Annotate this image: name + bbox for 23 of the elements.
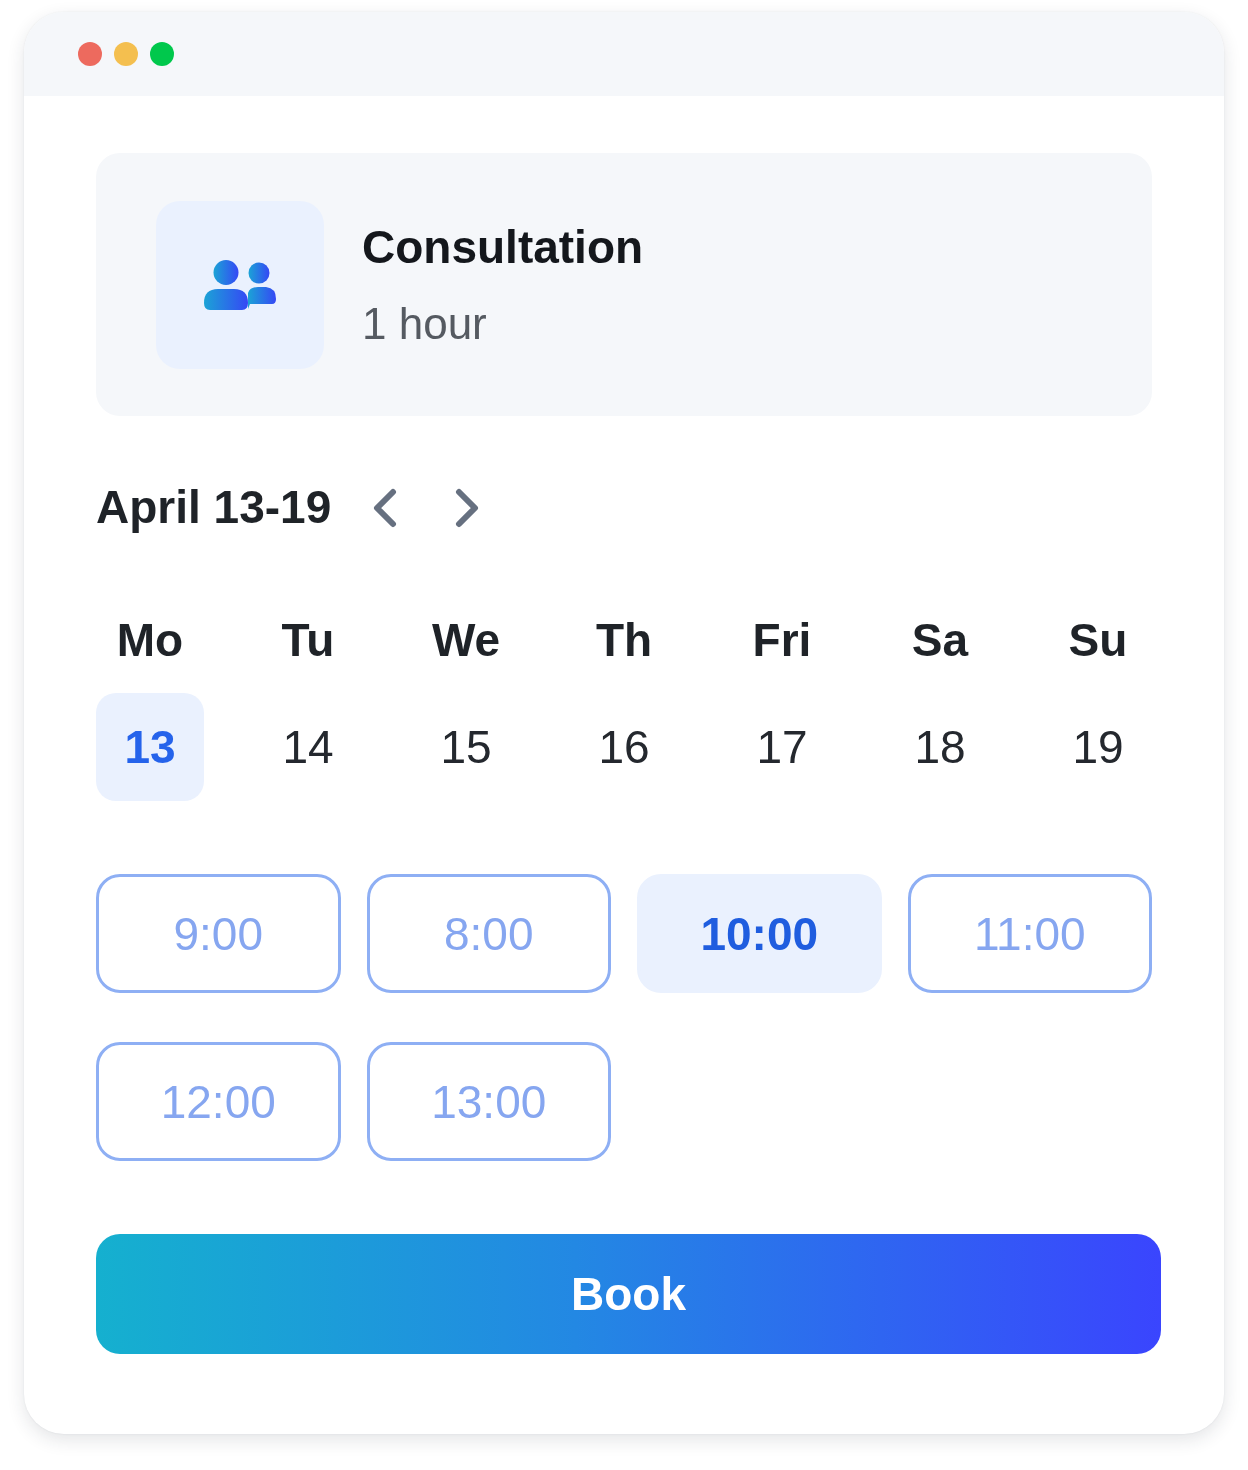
- window-control-button[interactable]: [150, 42, 174, 66]
- window-control-button[interactable]: [114, 42, 138, 66]
- date-button[interactable]: 17: [728, 693, 836, 801]
- time-slot-button[interactable]: 10:00: [637, 874, 882, 993]
- week-range-label: April 13-19: [96, 481, 332, 534]
- date-button[interactable]: 19: [1044, 693, 1152, 801]
- date-button[interactable]: 13: [96, 693, 204, 801]
- date-button[interactable]: 14: [254, 693, 362, 801]
- date-button[interactable]: 15: [412, 693, 520, 801]
- date-button[interactable]: 16: [570, 693, 678, 801]
- weekday-label: Th: [594, 614, 654, 667]
- weekday-label: Tu: [280, 614, 336, 667]
- service-duration: 1 hour: [362, 298, 487, 349]
- weekday-label: Mo: [115, 614, 185, 667]
- weekday-label: Fri: [751, 614, 813, 667]
- weekday-label: Sa: [910, 614, 970, 667]
- date-button[interactable]: 18: [886, 693, 994, 801]
- service-title: Consultation: [362, 220, 644, 274]
- book-button[interactable]: Book: [96, 1234, 1161, 1354]
- weekday-label: We: [430, 614, 502, 667]
- window-control-button[interactable]: [78, 42, 102, 66]
- people-icon: [156, 200, 324, 369]
- weekday-label: Su: [1067, 614, 1129, 667]
